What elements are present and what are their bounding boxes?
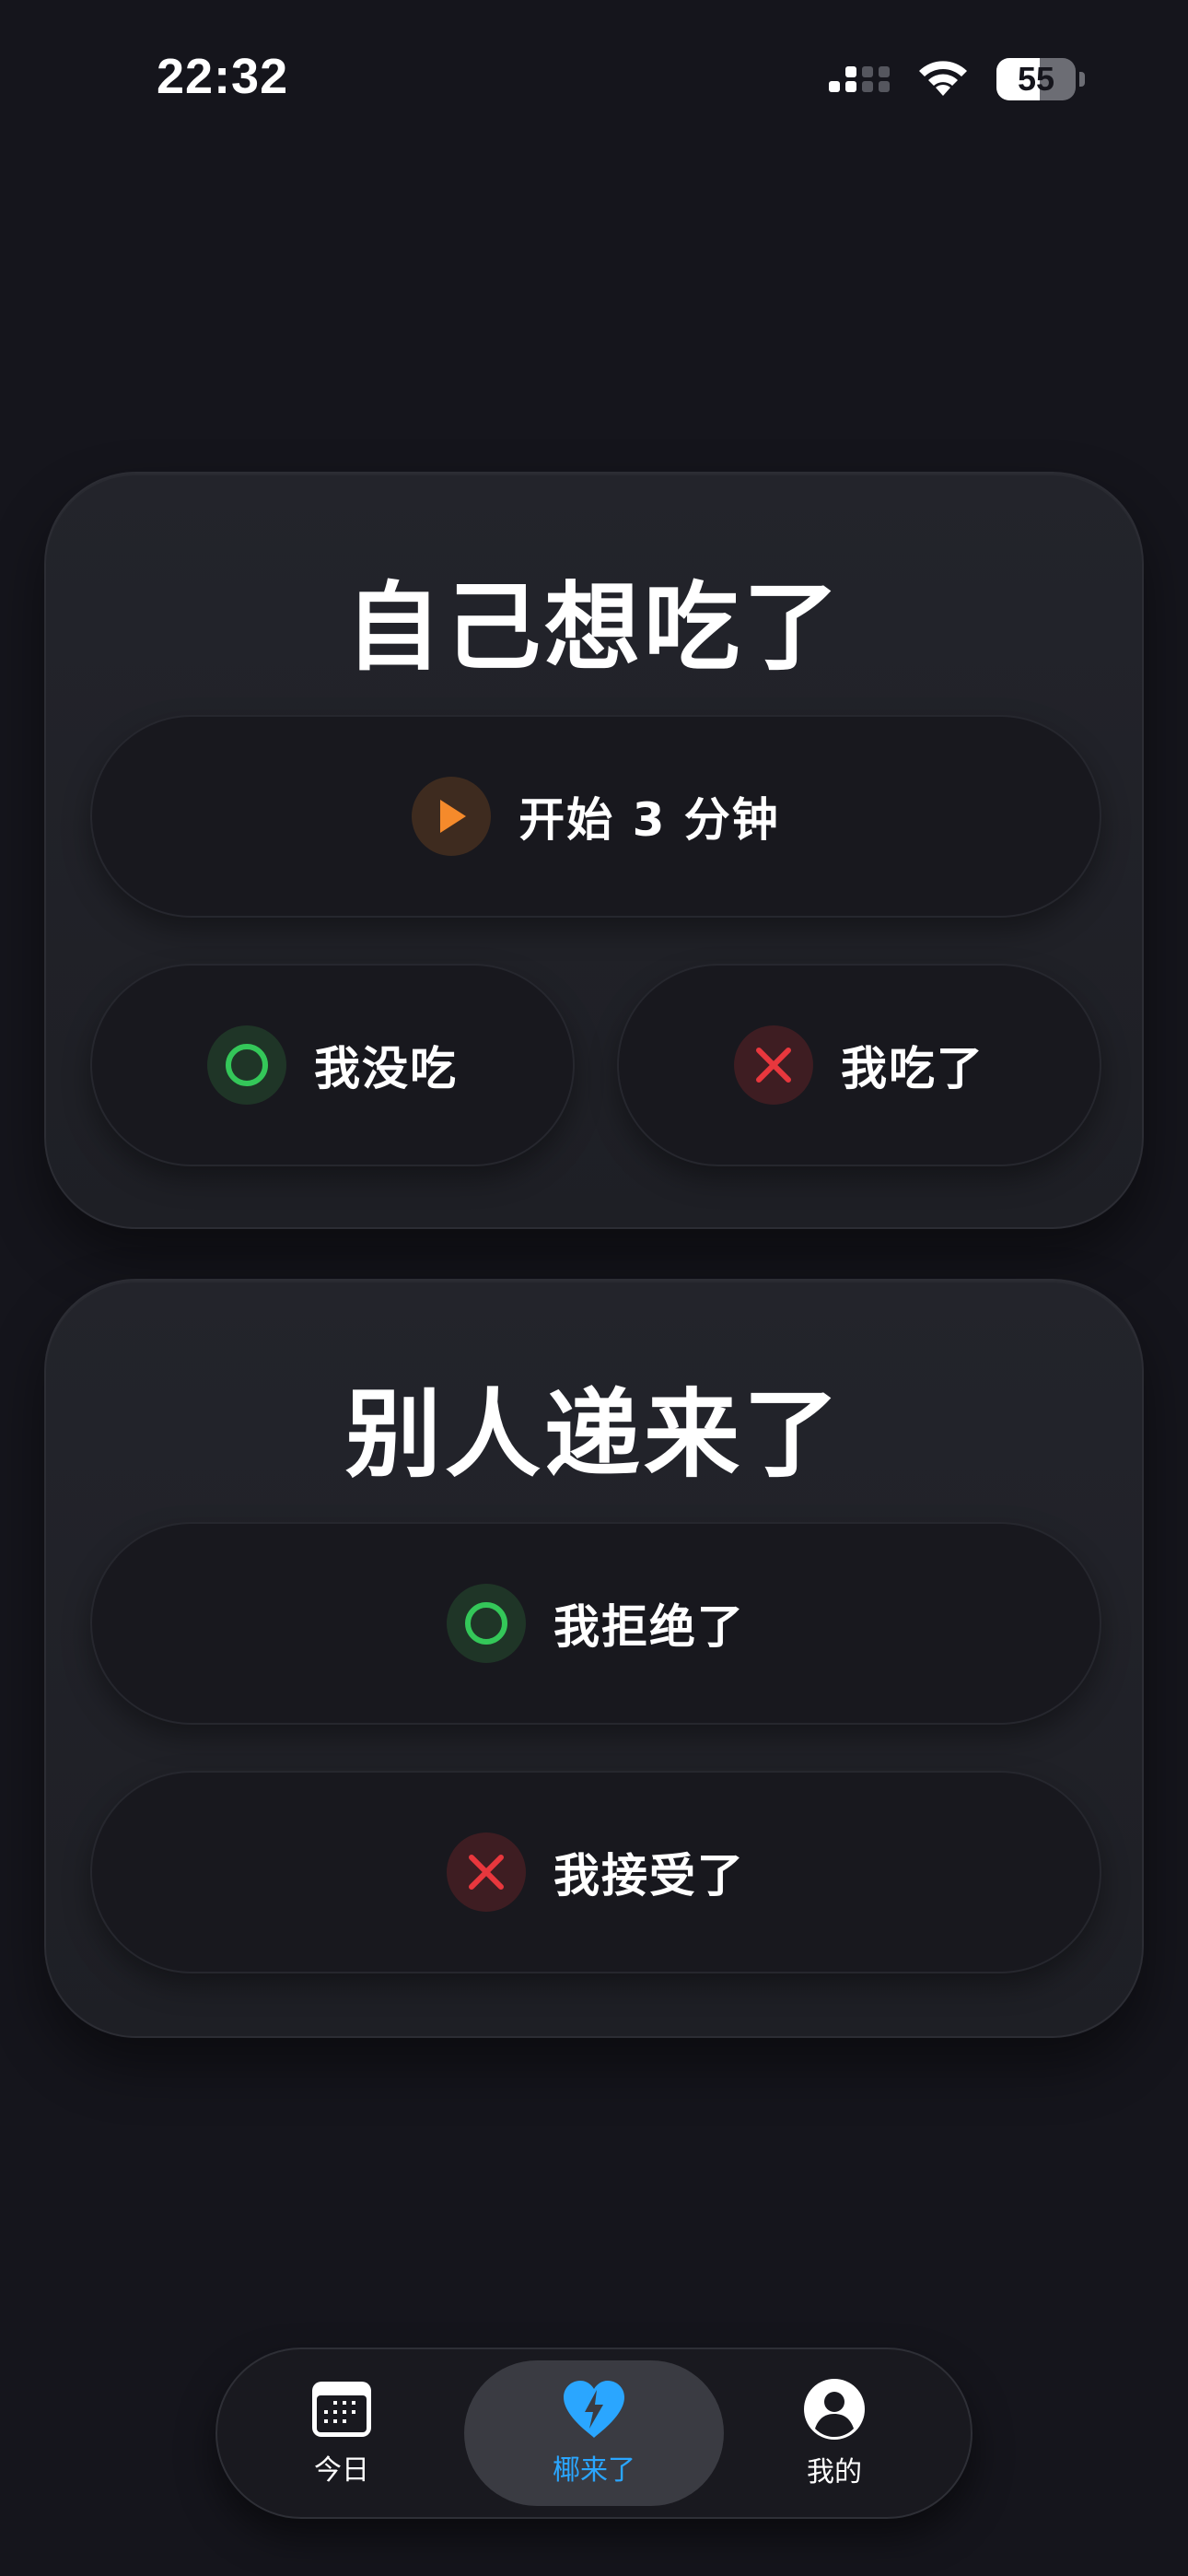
accepted-label: 我接受了 [553, 1849, 745, 1903]
battery-nub [1079, 72, 1085, 87]
tab-today[interactable]: 今日 [227, 2360, 457, 2506]
not-eaten-button[interactable]: 我没吃 [90, 964, 575, 1166]
wifi-icon [919, 61, 967, 96]
start-button-label: 开始 3 分钟 [518, 793, 780, 847]
cellular-signal-icon [829, 66, 890, 92]
screen: 22:32 55 自己想吃了 开始 3 分钟 我没吃 我吃了 别人递来了 我拒绝… [0, 0, 1188, 2576]
eaten-button[interactable]: 我吃了 [617, 964, 1101, 1166]
card-self-title: 自己想吃了 [344, 571, 843, 684]
refused-label: 我拒绝了 [553, 1600, 745, 1654]
refused-button[interactable]: 我拒绝了 [90, 1522, 1101, 1725]
tab-mine[interactable]: 我的 [715, 2360, 954, 2506]
tab-coconut-coming[interactable]: 椰来了 [464, 2360, 724, 2506]
play-icon [412, 777, 492, 856]
calendar-icon [312, 2382, 371, 2437]
start-3-minutes-button[interactable]: 开始 3 分钟 [90, 715, 1101, 918]
profile-icon [804, 2379, 865, 2440]
card-others-offered: 别人递来了 我拒绝了 我接受了 [44, 1279, 1144, 2038]
circle-check-icon [447, 1584, 526, 1663]
card-self-craving: 自己想吃了 开始 3 分钟 我没吃 我吃了 [44, 472, 1144, 1229]
close-icon [734, 1025, 813, 1105]
heart-bolt-icon [564, 2381, 624, 2438]
tab-mine-label: 我的 [807, 2456, 862, 2488]
not-eaten-label: 我没吃 [314, 1042, 458, 1095]
tab-today-label: 今日 [314, 2454, 369, 2487]
status-icons: 55 [829, 57, 1085, 101]
tab-coconut-label: 椰来了 [553, 2454, 635, 2487]
status-time: 22:32 [157, 49, 289, 104]
card-others-title: 别人递来了 [344, 1378, 843, 1491]
tab-bar: 今日 椰来了 我的 [215, 2348, 973, 2519]
battery-icon: 55 [996, 58, 1076, 100]
circle-check-icon [207, 1025, 286, 1105]
eaten-label: 我吃了 [841, 1042, 984, 1095]
accepted-button[interactable]: 我接受了 [90, 1771, 1101, 1973]
close-icon [447, 1832, 526, 1912]
battery-level: 55 [1017, 60, 1055, 98]
